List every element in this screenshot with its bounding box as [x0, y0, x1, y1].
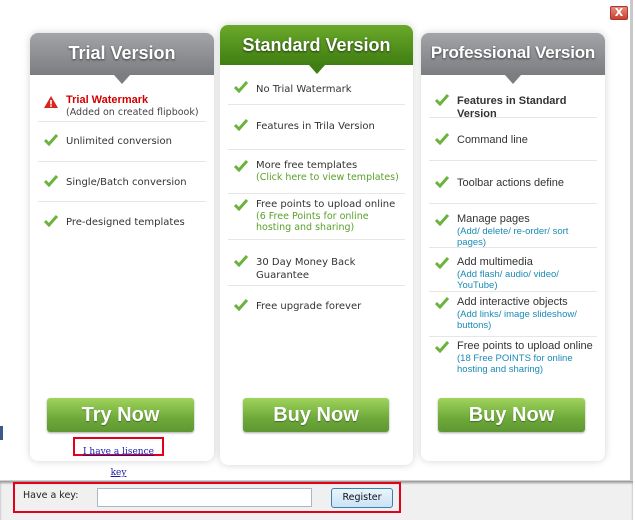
feature-item: Free points to upload online (18 Free PO…	[429, 337, 597, 382]
check-icon	[435, 257, 449, 269]
plan-title: Standard Version	[242, 35, 391, 55]
check-icon	[435, 297, 449, 309]
check-icon	[435, 214, 449, 226]
check-icon	[44, 175, 58, 187]
key-label: Have a key:	[23, 490, 79, 501]
try-now-button[interactable]: Try Now	[47, 398, 194, 432]
plan-header-trial: Trial Version	[30, 33, 214, 84]
plan-title: Professional Version	[430, 43, 596, 62]
check-icon	[435, 176, 449, 188]
check-icon	[234, 199, 248, 211]
feature-item: Features in Trila Version	[228, 105, 405, 150]
plan-header-professional: Professional Version	[421, 33, 605, 84]
feature-list: Features in Standard Version Command lin…	[421, 75, 605, 382]
check-icon	[435, 94, 449, 106]
check-icon	[234, 81, 248, 93]
license-key-input[interactable]	[97, 488, 312, 507]
check-icon	[234, 299, 248, 311]
plan-header-standard: Standard Version	[220, 25, 413, 74]
feature-item: Unlimited conversion	[38, 122, 206, 162]
feature-item: No Trial Watermark	[228, 65, 405, 105]
feature-item: 30 Day Money Back Guarantee	[228, 240, 405, 286]
buy-now-professional-button[interactable]: Buy Now	[438, 398, 585, 432]
close-button[interactable]: X	[610, 6, 628, 20]
feature-item: Free points to upload online (6 Free Poi…	[228, 194, 405, 240]
feature-item[interactable]: More free templates (Click here to view …	[228, 150, 405, 194]
feature-item: Manage pages (Add/ delete/ re-order/ sor…	[429, 204, 597, 248]
check-icon	[234, 255, 248, 267]
check-icon	[234, 119, 248, 131]
warning-icon	[44, 96, 58, 108]
license-key-link[interactable]: I have a lisence key	[83, 447, 154, 478]
upgrade-dialog: X Trial Version Trial Watermark (Added o…	[0, 0, 635, 520]
feature-item: Add interactive objects (Add links/ imag…	[429, 292, 597, 337]
license-key-highlight: I have a lisence key	[73, 437, 164, 478]
feature-item: Trial Watermark (Added on created flipbo…	[38, 75, 206, 122]
register-button[interactable]: Register	[331, 488, 393, 508]
check-icon	[234, 160, 248, 172]
feature-item: Toolbar actions define	[429, 161, 597, 204]
feature-item: Pre-designed templates	[38, 202, 206, 242]
close-icon: X	[614, 6, 624, 19]
feature-list: Trial Watermark (Added on created flipbo…	[30, 75, 214, 242]
plan-title: Trial Version	[68, 43, 176, 63]
feature-item: Command line	[429, 118, 597, 161]
feature-item: Add multimedia (Add flash/ audio/ video/…	[429, 248, 597, 292]
feature-item: Features in Standard Version	[429, 75, 597, 120]
cut-off-header-text	[60, 0, 540, 2]
check-icon	[44, 134, 58, 146]
background-window-fragment	[0, 426, 3, 440]
check-icon	[44, 215, 58, 227]
feature-item: Free upgrade forever	[228, 286, 405, 326]
plan-card-trial: Trial Version Trial Watermark (Added on …	[30, 33, 214, 478]
buy-now-standard-button[interactable]: Buy Now	[243, 398, 389, 432]
feature-item: Single/Batch conversion	[38, 162, 206, 202]
check-icon	[435, 341, 449, 353]
view-templates-link[interactable]: (Click here to view templates)	[256, 172, 405, 183]
check-icon	[435, 133, 449, 145]
plan-card-professional: Professional Version Features in Standar…	[421, 33, 605, 461]
feature-list: No Trial Watermark Features in Trila Ver…	[220, 65, 413, 326]
plan-card-standard: Standard Version No Trial Watermark Feat…	[220, 25, 413, 465]
window-edge	[630, 0, 633, 486]
